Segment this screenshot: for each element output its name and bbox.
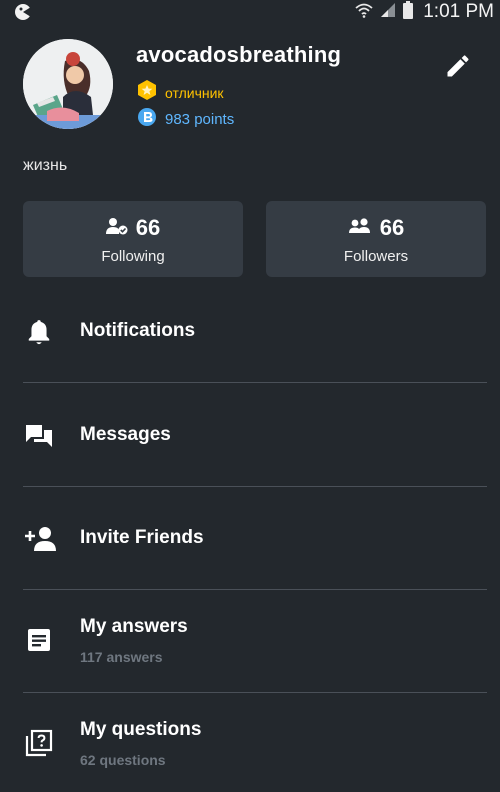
menu-item-label: Invite Friends (80, 527, 204, 548)
avatar[interactable] (23, 39, 113, 129)
followers-card[interactable]: 66 Followers (266, 201, 486, 277)
signal-icon (379, 2, 397, 23)
followers-count: 66 (379, 215, 405, 240)
answers-count: 117 answers (80, 649, 163, 665)
following-icon (105, 217, 128, 240)
divider (23, 589, 487, 590)
divider (23, 692, 487, 693)
followers-label: Followers (343, 248, 409, 265)
points-label: 983 points (165, 111, 235, 128)
battery-icon (403, 0, 414, 24)
question-box-icon (24, 728, 54, 758)
wifi-icon (355, 2, 373, 23)
menu-item-label: Messages (80, 424, 171, 445)
menu-item-notifications[interactable]: Notifications (0, 305, 500, 383)
status-icons: 1:01 PM (355, 0, 494, 24)
chat-icon (24, 421, 54, 451)
rank-label: отличник (165, 84, 224, 101)
status-bar: 1:01 PM (0, 0, 500, 24)
points-badge: 983 points (137, 107, 234, 132)
username: avocadosbreathing (136, 42, 342, 67)
menu-item-invite-friends[interactable]: Invite Friends (0, 511, 500, 589)
menu-item-label: Notifications (80, 320, 196, 341)
following-count: 66 (135, 215, 161, 240)
following-card[interactable]: 66 Following (23, 201, 243, 277)
rank-badge: отличник (137, 79, 224, 106)
divider (23, 382, 487, 383)
menu-item-my-questions[interactable]: My questions 62 questions (0, 705, 500, 792)
clock: 1:01 PM (423, 1, 494, 22)
menu-item-label: My answers (80, 616, 188, 637)
app-icon (14, 3, 32, 26)
pencil-icon (444, 52, 472, 85)
profile-bio: жизнь (23, 157, 68, 174)
rank-icon (137, 79, 157, 106)
points-icon (137, 107, 157, 132)
followers-icon (348, 217, 372, 239)
bell-icon (24, 317, 54, 347)
questions-count: 62 questions (80, 752, 166, 768)
menu-item-my-answers[interactable]: My answers 117 answers (0, 602, 500, 692)
divider (23, 486, 487, 487)
document-icon (24, 625, 54, 655)
menu-item-messages[interactable]: Messages (0, 408, 500, 486)
menu-item-label: My questions (80, 719, 202, 740)
edit-profile-button[interactable] (442, 52, 474, 84)
add-person-icon (22, 524, 58, 554)
following-label: Following (101, 248, 165, 265)
